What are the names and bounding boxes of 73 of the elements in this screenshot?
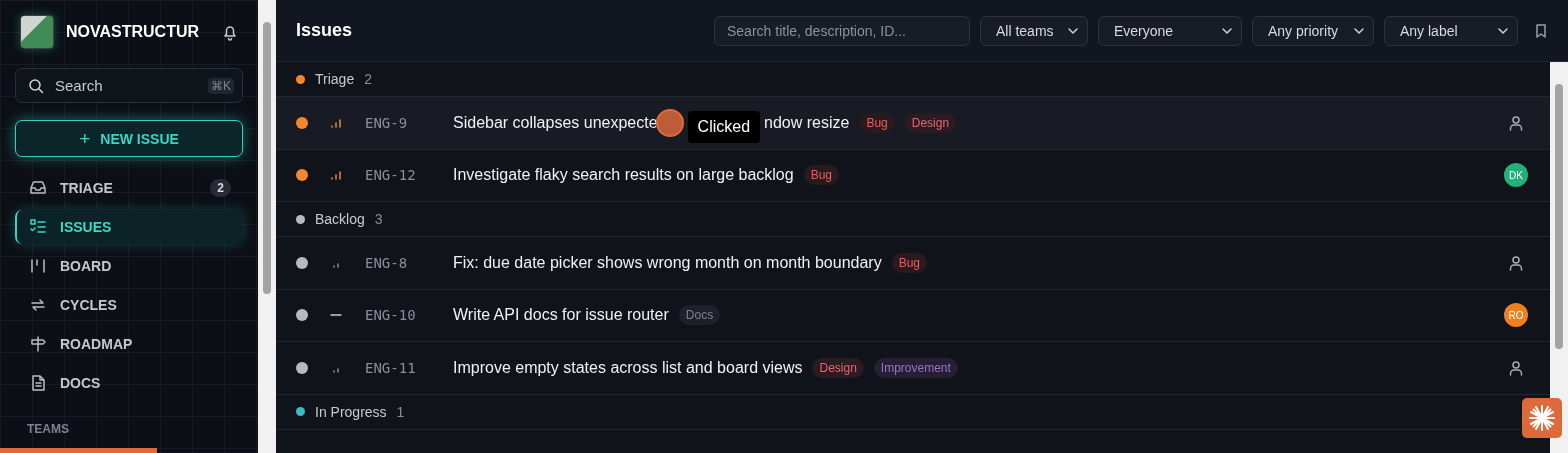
search-field[interactable]: Search title, description, ID... [714,15,970,46]
issue-title: Write API docs for issue router [453,306,669,325]
issue-id: ENG-8 [365,254,409,271]
nav-item[interactable]: DOCS [15,366,243,400]
person-icon [1508,114,1524,131]
status-dot [296,256,308,269]
tooltip: Clicked [687,110,761,143]
columns-icon [29,257,47,275]
signal-bars-icon [330,117,342,128]
group-name: In Progress [315,403,387,420]
issue-title: Investigate flaky search results on large backlog [453,166,794,185]
brand-name: NOVASTRUCTUR [66,23,201,41]
filter-dropdown[interactable]: Everyone [1098,15,1242,46]
issue-row[interactable]: ENG-8 Fix: due date picker shows wrong month on month boundary Bug [276,237,1550,290]
label-tag: Design [904,112,957,133]
cycle-icon [29,296,47,314]
nav-item[interactable]: CYCLES [15,288,243,322]
issue-id: ENG-11 [365,359,417,376]
new-issue-button[interactable]: + NEW ISSUE [15,120,243,157]
status-dot [296,169,308,182]
issue-title: Improve empty states across list and board views [453,358,803,377]
person-icon [1508,359,1524,376]
shortcut-hint: ⌘K [208,78,234,94]
sparkle-icon [1522,398,1562,438]
nav-item[interactable]: ISSUES [15,210,243,244]
filter-dropdown[interactable]: All teams [980,15,1088,46]
scrollbar[interactable] [1550,62,1568,453]
avatar: DK [1504,163,1528,188]
section-heading: TEAMS [26,422,70,436]
issue-title: Sidebar collapses unexpecte [453,113,658,132]
bell-icon [221,23,239,41]
label-tag: Bug [859,112,895,133]
issue-id: ENG-10 [365,307,417,324]
status-dot [296,361,308,374]
document-icon [29,374,47,392]
filter-dropdown[interactable]: Any label [1384,15,1518,46]
issue-id: ENG-12 [365,167,417,184]
group-count: 1 [396,403,405,420]
signal-bars-icon [330,170,342,181]
issue-title: ndow resize [764,113,850,132]
logo-image-placeholder [20,15,54,49]
nav-item[interactable]: TRIAGE 2 [15,171,243,205]
label-tag: Docs [678,305,721,326]
label-tag: Design [812,357,864,378]
group-name: Backlog [315,211,365,227]
nav-item[interactable]: BOARD [15,249,243,283]
inbox-icon [29,179,47,197]
label-tag: Bug [803,165,839,186]
label-tag: Improvement [873,357,958,378]
issue-row[interactable]: ENG-11 Improve empty states across list and board views Design Improvement [276,342,1550,395]
page-title: Issues [296,20,353,41]
issue-title: Fix: due date picker shows wrong month on month boundary [453,253,882,272]
group-count: 3 [374,211,383,227]
filter-dropdown[interactable]: Any priority [1252,15,1374,46]
avatar: RO [1504,303,1528,328]
nav-item[interactable]: ROADMAP [15,327,243,361]
click-marker [655,108,684,137]
label-tag: Bug [891,252,928,273]
person-icon [1508,254,1524,271]
status-dot [296,116,308,129]
signpost-icon [29,335,47,353]
checklist-icon [29,218,47,236]
issue-id: ENG-9 [365,114,409,131]
scrollbar[interactable] [258,0,276,453]
search-icon [28,78,44,94]
group-count: 2 [364,71,372,87]
issue-row[interactable]: ENG-9 Sidebar collapses unexpecte Clicked ndow resize Bug Design [276,97,1550,150]
issue-row[interactable]: ENG-12 Investigate flaky search results on large backlog Bug DK [276,149,1550,202]
status-dot [296,309,308,322]
issue-row[interactable]: ENG-10 Write API docs for issue router Docs RO [276,289,1550,342]
bookmark-icon [1534,22,1548,39]
group-name: Triage [315,71,355,87]
count-badge: 2 [210,179,231,197]
